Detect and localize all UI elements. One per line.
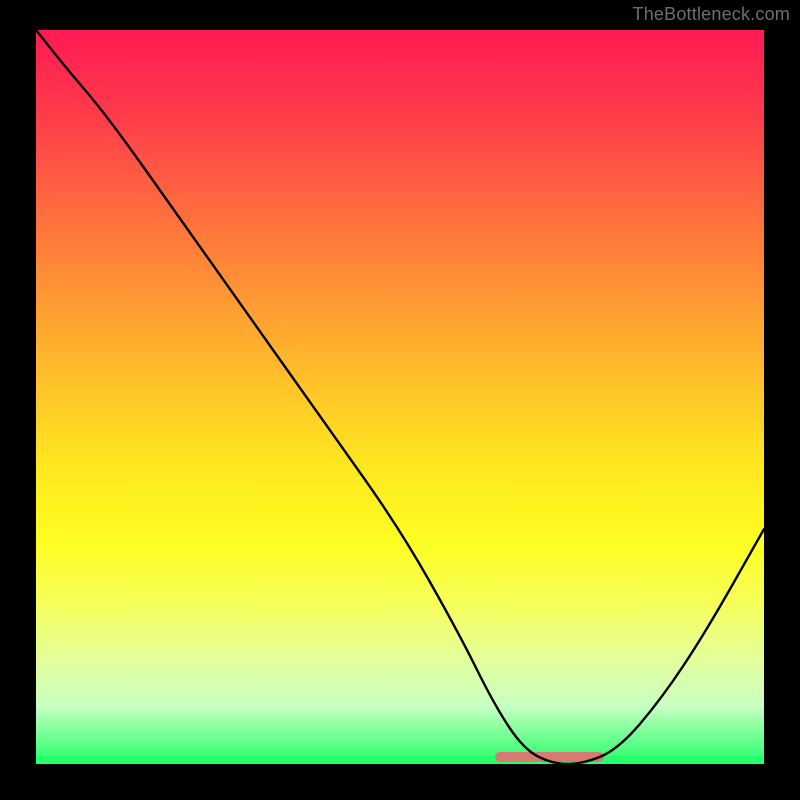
- curve-layer: [36, 30, 764, 764]
- bottleneck-curve: [36, 30, 764, 764]
- watermark-text: TheBottleneck.com: [633, 4, 790, 25]
- plot-area: [36, 30, 764, 764]
- chart-canvas: TheBottleneck.com: [0, 0, 800, 800]
